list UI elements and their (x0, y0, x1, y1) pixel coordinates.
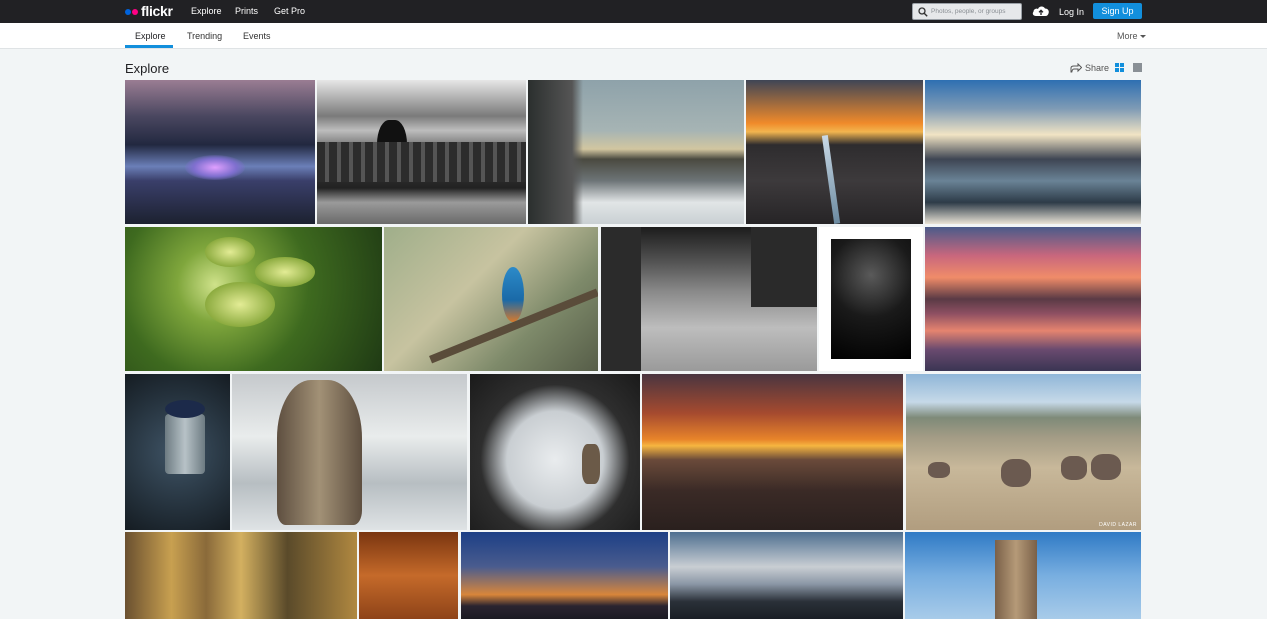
photo-kingfisher (502, 267, 524, 322)
login-link[interactable]: Log In (1059, 6, 1084, 18)
photo-tile[interactable] (461, 532, 668, 619)
photo-elephant (928, 462, 950, 478)
cloud-upload-icon[interactable] (1032, 4, 1050, 18)
photo-tile[interactable] (359, 532, 458, 619)
photo-tile[interactable] (125, 227, 382, 371)
share-icon (1070, 63, 1082, 73)
photo-tile[interactable] (125, 532, 357, 619)
photo-tile[interactable] (905, 532, 1141, 619)
photo-wall (601, 227, 641, 371)
page-title: Explore (125, 61, 170, 76)
share-button[interactable]: Share (1070, 62, 1109, 74)
logo-blue-dot (125, 8, 131, 15)
photo-highlight (185, 155, 245, 180)
photo-tile[interactable] (125, 80, 315, 224)
detail-view-icon[interactable] (1133, 63, 1142, 72)
photo-tile[interactable]: DAVID LAZAR (906, 374, 1141, 530)
photo-berries (165, 400, 205, 418)
nav-prints[interactable]: Prints (235, 5, 258, 17)
photo-trees (528, 80, 583, 224)
justified-view-icon[interactable] (1115, 63, 1124, 72)
photo-flower (205, 282, 275, 327)
photo-tile[interactable] (746, 80, 923, 224)
photo-jug (165, 414, 205, 474)
photo-tile[interactable] (470, 374, 640, 530)
photo-framed-print (831, 239, 911, 359)
share-label: Share (1085, 63, 1110, 73)
photo-house (751, 227, 817, 307)
search-input[interactable] (931, 5, 1019, 18)
nav-get-pro[interactable]: Get Pro (274, 5, 305, 17)
photo-watermark: DAVID LAZAR (1099, 522, 1137, 528)
photo-owl-carving (277, 380, 362, 525)
top-navigation-bar: flickr Explore Prints Get Pro Log In Sig… (0, 0, 1267, 23)
search-box[interactable] (912, 3, 1022, 20)
signup-button[interactable]: Sign Up (1093, 3, 1142, 19)
photo-tile[interactable] (925, 227, 1141, 371)
photo-deer (582, 444, 600, 484)
photo-flower (205, 237, 255, 267)
photo-tile[interactable] (642, 374, 903, 530)
photo-tile[interactable] (384, 227, 598, 371)
chevron-down-icon (1139, 35, 1146, 39)
photo-tile[interactable] (232, 374, 467, 530)
photo-tile[interactable] (601, 227, 817, 371)
photo-tower (995, 540, 1037, 619)
photo-tile[interactable] (317, 80, 526, 224)
logo-wordmark: flickr (141, 3, 173, 19)
more-label: More (1117, 31, 1138, 41)
photo-elephant (1091, 454, 1121, 480)
photo-tile[interactable] (528, 80, 744, 224)
tab-events[interactable]: Events (243, 31, 271, 42)
photo-tile[interactable] (125, 374, 230, 530)
nav-explore[interactable]: Explore (191, 5, 222, 17)
photo-flower (255, 257, 315, 287)
active-tab-indicator (125, 45, 173, 48)
photo-tile[interactable] (925, 80, 1141, 224)
photo-elephant (1061, 456, 1087, 480)
more-menu[interactable]: More (1117, 31, 1146, 42)
logo-pink-dot (132, 8, 138, 15)
photo-tile[interactable] (670, 532, 903, 619)
search-icon (918, 7, 928, 17)
flickr-logo[interactable]: flickr (125, 4, 173, 19)
photo-elephant (1001, 459, 1031, 487)
photo-stream (821, 135, 841, 224)
explore-subnav: Explore Trending Events More (0, 23, 1267, 49)
photo-tile[interactable] (819, 227, 923, 371)
tab-trending[interactable]: Trending (187, 31, 222, 42)
tab-explore[interactable]: Explore (135, 31, 166, 42)
photo-facade (317, 142, 526, 182)
